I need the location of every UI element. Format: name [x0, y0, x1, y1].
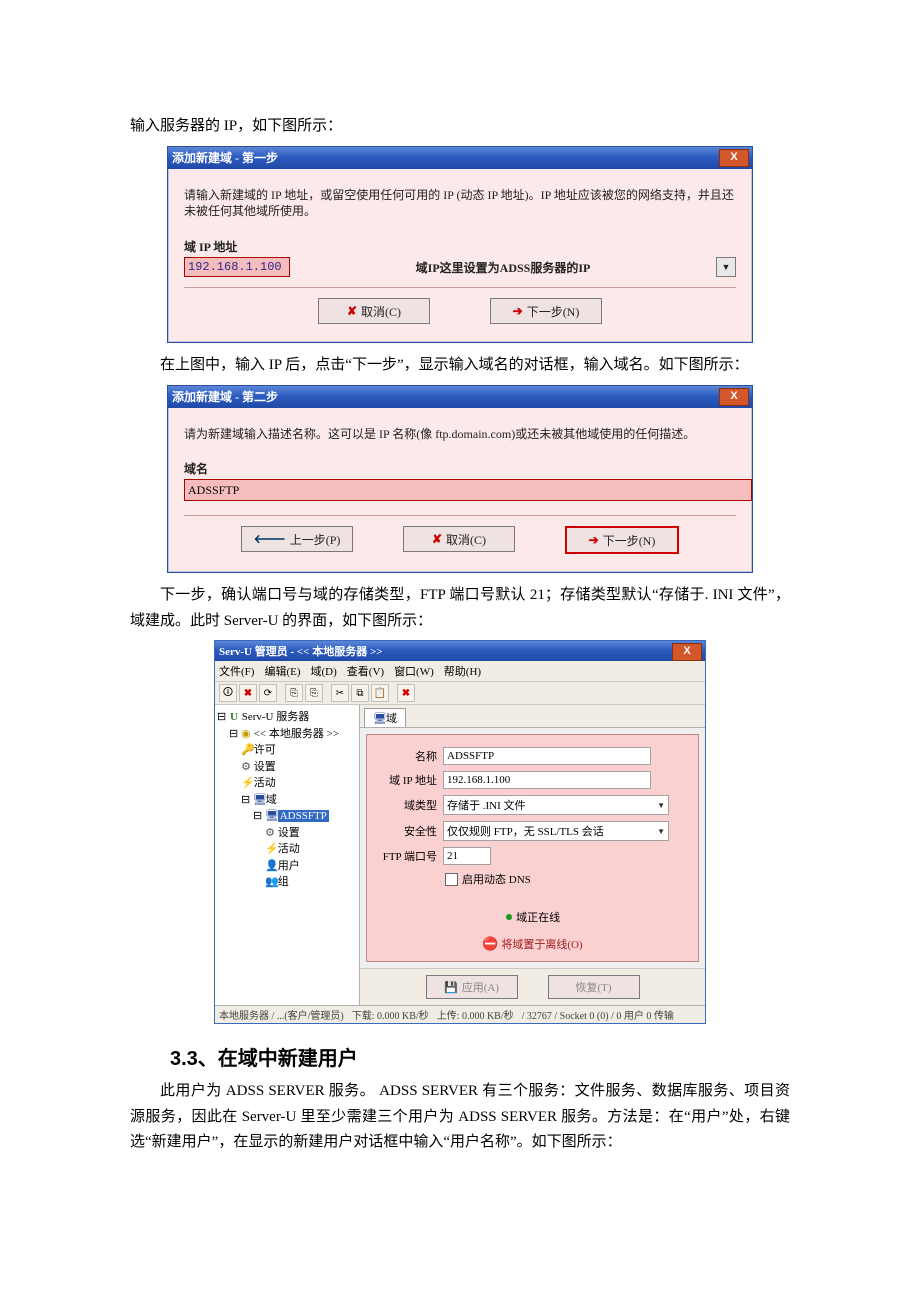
status-seg: 上传: 0.000 KB/秒	[437, 1007, 514, 1022]
titlebar-step2[interactable]: 添加新建域 - 第二步 X	[168, 386, 752, 408]
tool-stop-icon[interactable]: ✖	[397, 684, 415, 702]
domain-online-status: ● 域正在线	[377, 909, 688, 926]
tree-domains[interactable]: ⊟ 🖥 域	[217, 792, 357, 809]
green-dot-icon: ●	[505, 910, 513, 925]
restore-button[interactable]: 恢复(T)	[548, 975, 640, 999]
status-seg: 本地服务器 / ...(客户/管理员)	[219, 1007, 344, 1022]
tree-domain-users[interactable]: 👤 用户	[217, 858, 357, 875]
previous-button[interactable]: 🡐 上一步(P)	[241, 526, 353, 552]
label-dyndns: 启用动态 DNS	[462, 871, 531, 887]
servu-main-window: Serv-U 管理员 - << 本地服务器 >> X 文件(F) 编辑(E) 域…	[214, 640, 706, 1024]
input-name[interactable]: ADSSFTP	[443, 747, 651, 765]
cancel-button[interactable]: ✘ 取消(C)	[318, 298, 430, 324]
status-seg: 下载: 0.000 KB/秒	[352, 1007, 429, 1022]
label-security: 安全性	[377, 823, 437, 839]
tree-root[interactable]: ⊟ U Serv-U 服务器	[217, 709, 357, 726]
close-icon[interactable]: X	[719, 149, 749, 167]
tree-local-server[interactable]: ⊟ ◉ << 本地服务器 >>	[217, 726, 357, 743]
status-seg: / 32767 / Socket 0 (0) / 0 用户 0 传输	[522, 1007, 674, 1022]
tool-cut-icon[interactable]: ✂	[331, 684, 349, 702]
status-bar: 本地服务器 / ...(客户/管理员) 下载: 0.000 KB/秒 上传: 0…	[215, 1005, 705, 1023]
ip-input[interactable]: 192.168.1.100	[184, 257, 290, 277]
tree-domain-adssftp[interactable]: ⊟ 🖥 ADSSFTP	[217, 808, 357, 825]
tab-domain[interactable]: 🖥域	[364, 708, 406, 727]
x-icon: ✘	[432, 532, 442, 547]
label-type: 域类型	[377, 797, 437, 813]
domain-form: 名称 ADSSFTP 域 IP 地址 192.168.1.100 域类型 存储于…	[366, 734, 699, 962]
menubar[interactable]: 文件(F) 编辑(E) 域(D) 查看(V) 窗口(W) 帮助(H)	[215, 661, 705, 682]
ip-note: 域IP这里设置为ADSS服务器的IP	[290, 259, 716, 276]
main-title-text: Serv-U 管理员 - << 本地服务器 >>	[219, 643, 382, 659]
domain-name-input[interactable]: ADSSFTP	[184, 479, 752, 501]
dialog2-instruction: 请为新建域输入描述名称。这可以是 IP 名称(像 ftp.domain.com)…	[184, 426, 736, 443]
select-security[interactable]: 仅仅规则 FTP，无 SSL/TLS 会话▼	[443, 821, 669, 841]
checkbox-dyndns[interactable]	[445, 873, 458, 886]
arrow-left-icon: 🡐	[254, 531, 286, 547]
menu-view[interactable]: 查看(V)	[347, 663, 384, 679]
tool-paste-icon[interactable]: 📋	[371, 684, 389, 702]
arrow-right-icon: ➔	[589, 533, 599, 548]
main-titlebar[interactable]: Serv-U 管理员 - << 本地服务器 >> X	[215, 641, 705, 661]
next-button[interactable]: ➔ 下一步(N)	[565, 526, 679, 554]
tree-domain-activity[interactable]: ⚡ 活动	[217, 841, 357, 858]
input-port[interactable]: 21	[443, 847, 491, 865]
title-text: 添加新建域 - 第二步	[172, 388, 278, 405]
menu-help[interactable]: 帮助(H)	[444, 663, 481, 679]
tool-copy-icon[interactable]: ⧉	[351, 684, 369, 702]
input-ip[interactable]: 192.168.1.100	[443, 771, 651, 789]
menu-file[interactable]: 文件(F)	[219, 663, 254, 679]
tool-icon[interactable]: ⟳	[259, 684, 277, 702]
close-icon[interactable]: X	[719, 388, 749, 406]
tree-settings[interactable]: ⚙ 设置	[217, 759, 357, 776]
dialog1-instruction: 请输入新建域的 IP 地址，或留空使用任何可用的 IP (动态 IP 地址)。I…	[184, 187, 736, 221]
tool-icon[interactable]: 🛈	[219, 684, 237, 702]
dialog-new-domain-step2: 添加新建域 - 第二步 X 请为新建域输入描述名称。这可以是 IP 名称(像 f…	[167, 385, 753, 574]
close-icon[interactable]: X	[672, 643, 702, 661]
tree-activity[interactable]: ⚡ 活动	[217, 775, 357, 792]
menu-edit[interactable]: 编辑(E)	[264, 663, 300, 679]
tool-icon[interactable]: ⎘	[285, 684, 303, 702]
paragraph-3: 下一步，确认端口号与域的存储类型，FTP 端口号默认 21；存储类型默认“存储于…	[130, 583, 790, 634]
save-icon: 💾	[444, 981, 458, 994]
paragraph-4: 此用户为 ADSS SERVER 服务。 ADSS SERVER 有三个服务：文…	[130, 1079, 790, 1156]
right-pane: 🖥域 名称 ADSSFTP 域 IP 地址 192.168.1.100 域类型	[360, 705, 705, 1005]
dialog-new-domain-step1: 添加新建域 - 第一步 X 请输入新建域的 IP 地址，或留空使用任何可用的 I…	[167, 146, 753, 344]
menu-window[interactable]: 窗口(W)	[394, 663, 434, 679]
tool-delete-icon[interactable]: ✖	[239, 684, 257, 702]
tree-license[interactable]: 🔑 许可	[217, 742, 357, 759]
section-heading-3-3: 3.3、在域中新建用户	[170, 1042, 790, 1071]
chevron-down-icon: ▼	[657, 827, 665, 836]
toolbar: 🛈 ✖ ⟳ ⎘ ⎘ ✂ ⧉ 📋 ✖	[215, 682, 705, 705]
arrow-right-icon: ➔	[513, 304, 523, 319]
title-text: 添加新建域 - 第一步	[172, 149, 278, 166]
paragraph-1: 输入服务器的 IP，如下图所示：	[130, 114, 790, 140]
titlebar-step1[interactable]: 添加新建域 - 第一步 X	[168, 147, 752, 169]
label-name: 名称	[377, 748, 437, 764]
next-button[interactable]: ➔ 下一步(N)	[490, 298, 602, 324]
label-port: FTP 端口号	[377, 848, 437, 864]
ip-label: 域 IP 地址	[184, 238, 736, 255]
domain-name-label: 域名	[184, 460, 736, 477]
x-icon: ✘	[347, 304, 357, 319]
computer-icon: 🖥	[373, 712, 383, 725]
apply-button[interactable]: 💾 应用(A)	[426, 975, 518, 999]
chevron-down-icon: ▼	[657, 801, 665, 810]
cancel-button[interactable]: ✘ 取消(C)	[403, 526, 515, 552]
tree-panel: ⊟ U Serv-U 服务器 ⊟ ◉ << 本地服务器 >> 🔑 许可 ⚙ 设置…	[215, 705, 360, 1005]
tree-domain-groups[interactable]: 👥 组	[217, 874, 357, 891]
paragraph-2: 在上图中，输入 IP 后，点击“下一步”，显示输入域名的对话框，输入域名。如下图…	[130, 353, 790, 379]
tree-domain-settings[interactable]: ⚙ 设置	[217, 825, 357, 842]
ip-dropdown-button[interactable]: ▼	[716, 257, 736, 277]
stop-icon: ⛔	[482, 936, 498, 951]
menu-domain[interactable]: 域(D)	[311, 663, 337, 679]
tool-icon[interactable]: ⎘	[305, 684, 323, 702]
set-offline-link[interactable]: ⛔ 将域置于离线(O)	[377, 936, 688, 952]
label-ip: 域 IP 地址	[377, 772, 437, 788]
select-type[interactable]: 存储于 .INI 文件▼	[443, 795, 669, 815]
